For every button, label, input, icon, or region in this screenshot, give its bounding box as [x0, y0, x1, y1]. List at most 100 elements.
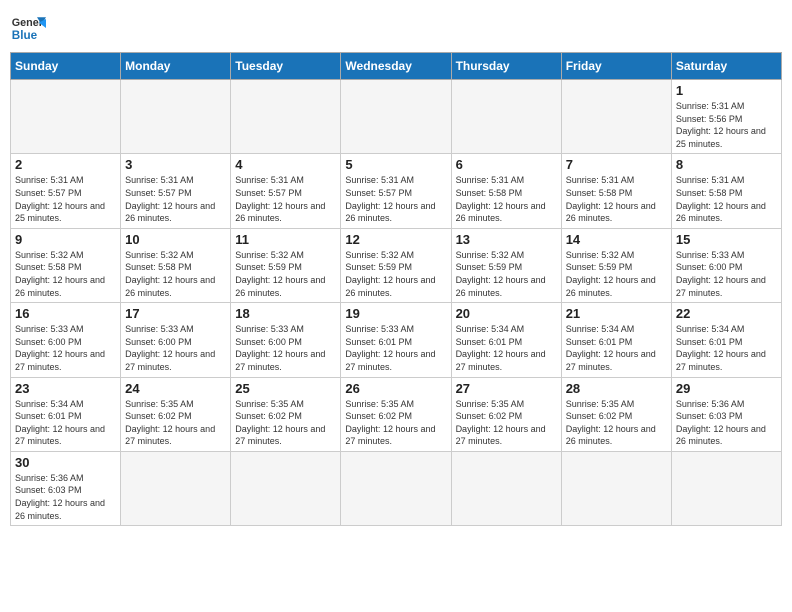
- day-info: Sunrise: 5:31 AM Sunset: 5:57 PM Dayligh…: [345, 174, 446, 224]
- calendar-cell: 7 Sunrise: 5:31 AM Sunset: 5:58 PM Daylig…: [561, 154, 671, 228]
- calendar-cell: 25Sunrise: 5:35 AM Sunset: 6:02 PM Dayli…: [231, 377, 341, 451]
- day-info: Sunrise: 5:33 AM Sunset: 6:00 PM Dayligh…: [676, 249, 777, 299]
- day-info: Sunrise: 5:36 AM Sunset: 6:03 PM Dayligh…: [676, 398, 777, 448]
- calendar-cell: [451, 80, 561, 154]
- day-number: 15: [676, 232, 777, 247]
- day-number: 18: [235, 306, 336, 321]
- logo: General Blue: [10, 10, 46, 46]
- day-number: 23: [15, 381, 116, 396]
- calendar-cell: [121, 80, 231, 154]
- day-number: 16: [15, 306, 116, 321]
- day-info: Sunrise: 5:31 AM Sunset: 5:57 PM Dayligh…: [235, 174, 336, 224]
- calendar-cell: [561, 451, 671, 525]
- dow-header-wednesday: Wednesday: [341, 53, 451, 80]
- calendar-cell: 22 Sunrise: 5:34 AM Sunset: 6:01 PM Dayli…: [671, 303, 781, 377]
- day-info: Sunrise: 5:33 AM Sunset: 6:00 PM Dayligh…: [15, 323, 116, 373]
- calendar-cell: 11 Sunrise: 5:32 AM Sunset: 5:59 PM Dayli…: [231, 228, 341, 302]
- calendar-cell: 1 Sunrise: 5:31 AM Sunset: 5:56 PM Daylig…: [671, 80, 781, 154]
- calendar-cell: 13 Sunrise: 5:32 AM Sunset: 5:59 PM Dayli…: [451, 228, 561, 302]
- day-info: Sunrise: 5:31 AM Sunset: 5:58 PM Dayligh…: [676, 174, 777, 224]
- day-number: 24: [125, 381, 226, 396]
- calendar-cell: [11, 80, 121, 154]
- calendar-cell: [451, 451, 561, 525]
- day-info: Sunrise: 5:33 AM Sunset: 6:00 PM Dayligh…: [125, 323, 226, 373]
- day-number: 11: [235, 232, 336, 247]
- dow-header-friday: Friday: [561, 53, 671, 80]
- day-info: Sunrise: 5:31 AM Sunset: 5:56 PM Dayligh…: [676, 100, 777, 150]
- day-info: Sunrise: 5:35 AM Sunset: 6:02 PM Dayligh…: [235, 398, 336, 448]
- day-number: 2: [15, 157, 116, 172]
- day-number: 12: [345, 232, 446, 247]
- dow-header-saturday: Saturday: [671, 53, 781, 80]
- calendar-cell: 27 Sunrise: 5:35 AM Sunset: 6:02 PM Dayli…: [451, 377, 561, 451]
- day-info: Sunrise: 5:34 AM Sunset: 6:01 PM Dayligh…: [676, 323, 777, 373]
- day-info: Sunrise: 5:33 AM Sunset: 6:01 PM Dayligh…: [345, 323, 446, 373]
- day-info: Sunrise: 5:32 AM Sunset: 5:59 PM Dayligh…: [235, 249, 336, 299]
- calendar-cell: [341, 80, 451, 154]
- dow-header-thursday: Thursday: [451, 53, 561, 80]
- day-number: 22: [676, 306, 777, 321]
- calendar-cell: 20Sunrise: 5:34 AM Sunset: 6:01 PM Dayli…: [451, 303, 561, 377]
- calendar-cell: 16 Sunrise: 5:33 AM Sunset: 6:00 PM Dayli…: [11, 303, 121, 377]
- day-info: Sunrise: 5:36 AM Sunset: 6:03 PM Dayligh…: [15, 472, 116, 522]
- calendar-cell: 26Sunrise: 5:35 AM Sunset: 6:02 PM Dayli…: [341, 377, 451, 451]
- calendar-table: SundayMondayTuesdayWednesdayThursdayFrid…: [10, 52, 782, 526]
- day-info: Sunrise: 5:35 AM Sunset: 6:02 PM Dayligh…: [345, 398, 446, 448]
- calendar-week-3: 9Sunrise: 5:32 AM Sunset: 5:58 PM Daylig…: [11, 228, 782, 302]
- calendar-cell: [231, 80, 341, 154]
- page-header: General Blue: [10, 10, 782, 46]
- day-info: Sunrise: 5:33 AM Sunset: 6:00 PM Dayligh…: [235, 323, 336, 373]
- calendar-week-6: 30Sunrise: 5:36 AM Sunset: 6:03 PM Dayli…: [11, 451, 782, 525]
- calendar-cell: 19 Sunrise: 5:33 AM Sunset: 6:01 PM Dayli…: [341, 303, 451, 377]
- calendar-cell: 10Sunrise: 5:32 AM Sunset: 5:58 PM Dayli…: [121, 228, 231, 302]
- day-number: 19: [345, 306, 446, 321]
- calendar-cell: 6Sunrise: 5:31 AM Sunset: 5:58 PM Daylig…: [451, 154, 561, 228]
- calendar-cell: 9Sunrise: 5:32 AM Sunset: 5:58 PM Daylig…: [11, 228, 121, 302]
- day-info: Sunrise: 5:35 AM Sunset: 6:02 PM Dayligh…: [566, 398, 667, 448]
- day-info: Sunrise: 5:32 AM Sunset: 5:58 PM Dayligh…: [15, 249, 116, 299]
- day-info: Sunrise: 5:35 AM Sunset: 6:02 PM Dayligh…: [125, 398, 226, 448]
- calendar-cell: 3Sunrise: 5:31 AM Sunset: 5:57 PM Daylig…: [121, 154, 231, 228]
- day-info: Sunrise: 5:32 AM Sunset: 5:59 PM Dayligh…: [566, 249, 667, 299]
- day-number: 7: [566, 157, 667, 172]
- calendar-cell: 24 Sunrise: 5:35 AM Sunset: 6:02 PM Dayli…: [121, 377, 231, 451]
- day-number: 1: [676, 83, 777, 98]
- calendar-cell: 5 Sunrise: 5:31 AM Sunset: 5:57 PM Daylig…: [341, 154, 451, 228]
- dow-header-tuesday: Tuesday: [231, 53, 341, 80]
- calendar-week-1: 1 Sunrise: 5:31 AM Sunset: 5:56 PM Daylig…: [11, 80, 782, 154]
- calendar-cell: 14 Sunrise: 5:32 AM Sunset: 5:59 PM Dayli…: [561, 228, 671, 302]
- day-info: Sunrise: 5:31 AM Sunset: 5:58 PM Dayligh…: [456, 174, 557, 224]
- day-number: 21: [566, 306, 667, 321]
- day-info: Sunrise: 5:31 AM Sunset: 5:57 PM Dayligh…: [125, 174, 226, 224]
- calendar-cell: 17Sunrise: 5:33 AM Sunset: 6:00 PM Dayli…: [121, 303, 231, 377]
- day-info: Sunrise: 5:35 AM Sunset: 6:02 PM Dayligh…: [456, 398, 557, 448]
- day-info: Sunrise: 5:31 AM Sunset: 5:58 PM Dayligh…: [566, 174, 667, 224]
- calendar-cell: [231, 451, 341, 525]
- calendar-cell: 2Sunrise: 5:31 AM Sunset: 5:57 PM Daylig…: [11, 154, 121, 228]
- calendar-cell: 23 Sunrise: 5:34 AM Sunset: 6:01 PM Dayli…: [11, 377, 121, 451]
- day-number: 14: [566, 232, 667, 247]
- day-number: 13: [456, 232, 557, 247]
- day-number: 27: [456, 381, 557, 396]
- day-info: Sunrise: 5:34 AM Sunset: 6:01 PM Dayligh…: [456, 323, 557, 373]
- calendar-cell: 30Sunrise: 5:36 AM Sunset: 6:03 PM Dayli…: [11, 451, 121, 525]
- calendar-week-5: 23 Sunrise: 5:34 AM Sunset: 6:01 PM Dayli…: [11, 377, 782, 451]
- calendar-week-4: 16 Sunrise: 5:33 AM Sunset: 6:00 PM Dayli…: [11, 303, 782, 377]
- day-number: 29: [676, 381, 777, 396]
- calendar-cell: 8 Sunrise: 5:31 AM Sunset: 5:58 PM Daylig…: [671, 154, 781, 228]
- day-info: Sunrise: 5:32 AM Sunset: 5:59 PM Dayligh…: [345, 249, 446, 299]
- day-info: Sunrise: 5:32 AM Sunset: 5:58 PM Dayligh…: [125, 249, 226, 299]
- day-info: Sunrise: 5:32 AM Sunset: 5:59 PM Dayligh…: [456, 249, 557, 299]
- calendar-cell: 29 Sunrise: 5:36 AM Sunset: 6:03 PM Dayli…: [671, 377, 781, 451]
- day-number: 5: [345, 157, 446, 172]
- day-number: 8: [676, 157, 777, 172]
- dow-header-monday: Monday: [121, 53, 231, 80]
- calendar-cell: 21Sunrise: 5:34 AM Sunset: 6:01 PM Dayli…: [561, 303, 671, 377]
- day-info: Sunrise: 5:34 AM Sunset: 6:01 PM Dayligh…: [15, 398, 116, 448]
- generalblue-logo-icon: General Blue: [10, 10, 46, 46]
- calendar-cell: [121, 451, 231, 525]
- day-number: 28: [566, 381, 667, 396]
- svg-text:Blue: Blue: [12, 29, 38, 42]
- calendar-cell: 4Sunrise: 5:31 AM Sunset: 5:57 PM Daylig…: [231, 154, 341, 228]
- dow-header-sunday: Sunday: [11, 53, 121, 80]
